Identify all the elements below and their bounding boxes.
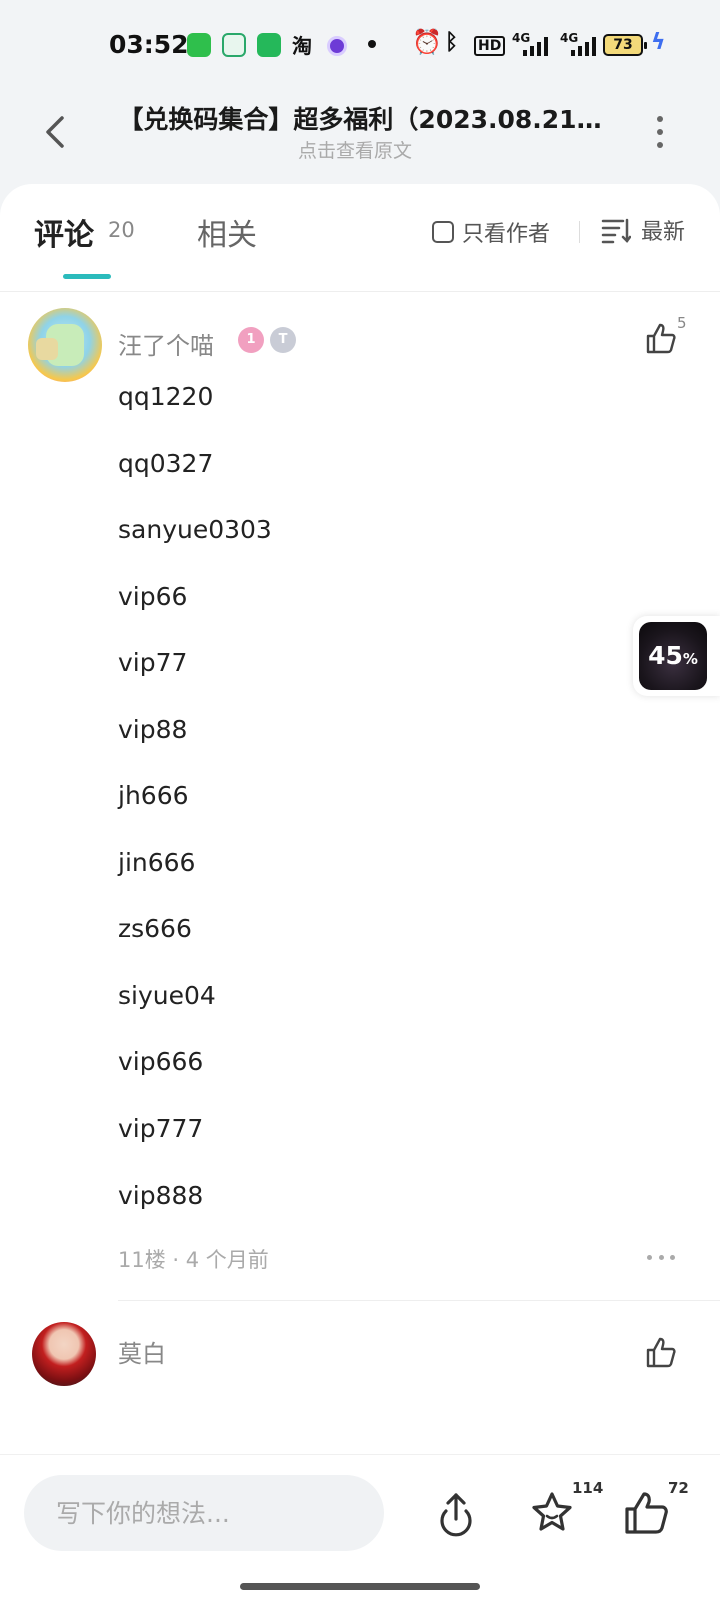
more-options-button[interactable] (648, 112, 672, 152)
taobao-icon: 淘 (292, 34, 312, 58)
home-app-icon (222, 33, 246, 57)
home-indicator[interactable] (240, 1583, 480, 1590)
thumbs-up-icon (646, 323, 676, 354)
tab-related[interactable]: 相关 (197, 210, 257, 254)
thumbs-up-icon (646, 1337, 676, 1368)
media-app-icon (327, 36, 347, 56)
comment-text-line: vip77 (118, 648, 188, 677)
comment-more-button[interactable] (647, 1252, 675, 1262)
active-tab-indicator (63, 274, 111, 279)
comment-input[interactable] (24, 1475, 384, 1551)
title-badge-icon: T (270, 327, 296, 353)
comment-text-line: vip777 (118, 1114, 204, 1143)
comment-like-count: 5 (677, 314, 687, 332)
sort-label: 最新 (641, 220, 686, 245)
comments-card: 评论 20 相关 只看作者 最新 汪了个喵 1 T 5 qq1220 qq032… (0, 184, 720, 1454)
charging-icon: ϟ (651, 30, 666, 55)
signal-icon (571, 36, 596, 56)
star-icon (532, 1492, 572, 1531)
alarm-icon: ⏰ (412, 28, 442, 56)
comment-divider (118, 1300, 720, 1301)
comment-meta: 11楼 · 4 个月前 (118, 1248, 269, 1272)
checkbox-icon (432, 221, 454, 243)
avatar[interactable] (28, 308, 102, 382)
signal-icon (523, 36, 548, 56)
battery-icon: 73 (603, 34, 647, 56)
share-icon (440, 1493, 472, 1537)
bluetooth-icon: ᛒ (445, 30, 459, 55)
author-only-toggle[interactable]: 只看作者 (432, 216, 550, 248)
sort-icon (601, 218, 631, 244)
divider (579, 221, 580, 243)
comment-text-line: siyue04 (118, 981, 216, 1010)
dot-icon (647, 1254, 652, 1260)
comment-text-line: qq1220 (118, 382, 214, 411)
comment-text-line: jh666 (118, 781, 189, 810)
comment-like-button[interactable] (644, 322, 678, 356)
notification-dot-icon (368, 40, 376, 48)
dot-icon (657, 129, 663, 135)
avatar-character (36, 338, 58, 360)
page-title[interactable]: 【兑换码集合】超多福利（2023.08.21… (110, 100, 610, 136)
sort-button[interactable]: 最新 (601, 214, 685, 246)
comment-text-line: vip888 (118, 1181, 204, 1210)
favorite-button[interactable] (528, 1489, 576, 1537)
comment-text-line: vip666 (118, 1047, 204, 1076)
like-count: 72 (668, 1479, 689, 1497)
comment-username[interactable]: 莫白 (118, 1334, 166, 1369)
dot-icon (670, 1254, 675, 1260)
hd-voice-icon: HD (474, 36, 506, 56)
comment-username[interactable]: 汪了个喵 (118, 326, 214, 361)
comment-text-line: sanyue0303 (118, 515, 272, 544)
progress-unit: % (682, 650, 698, 668)
floating-progress-widget[interactable]: 45% (633, 616, 720, 696)
tab-bar: 评论 20 相关 只看作者 最新 (0, 184, 720, 292)
comment-text-line: zs666 (118, 914, 192, 943)
comment-like-button[interactable] (644, 1336, 678, 1370)
comment-text-line: qq0327 (118, 449, 214, 478)
status-time: 03:52 (109, 30, 189, 59)
chevron-left-icon (46, 116, 64, 148)
progress-value: 45 (648, 641, 683, 670)
dot-icon (658, 1254, 664, 1260)
like-button[interactable] (622, 1489, 670, 1537)
tab-comments[interactable]: 评论 (34, 210, 94, 254)
dot-icon (657, 116, 663, 122)
progress-thumbnail: 45% (639, 622, 707, 690)
comment-text-line: jin666 (118, 848, 196, 877)
share-button[interactable] (432, 1489, 480, 1537)
dot-icon (657, 142, 663, 148)
avatar[interactable] (32, 1322, 96, 1386)
back-button[interactable] (36, 112, 76, 152)
thumbs-up-icon (625, 1492, 668, 1534)
comment-text-line: vip88 (118, 715, 188, 744)
comment-text-line: vip66 (118, 582, 188, 611)
header: 【兑换码集合】超多福利（2023.08.21… 点击查看原文 (0, 92, 720, 184)
author-only-label: 只看作者 (462, 222, 551, 247)
status-bar: 03:52 淘 ⏰ ᛒ HD 4G 4G 73 ϟ (0, 0, 720, 92)
bottom-action-bar: 114 72 (0, 1454, 720, 1600)
view-original-link[interactable]: 点击查看原文 (110, 136, 600, 163)
comments-count: 20 (108, 218, 135, 242)
favorite-count: 114 (572, 1479, 604, 1497)
chat-app-icon (257, 33, 281, 57)
app-grid-icon (187, 33, 211, 57)
level-badge-icon: 1 (238, 327, 264, 353)
